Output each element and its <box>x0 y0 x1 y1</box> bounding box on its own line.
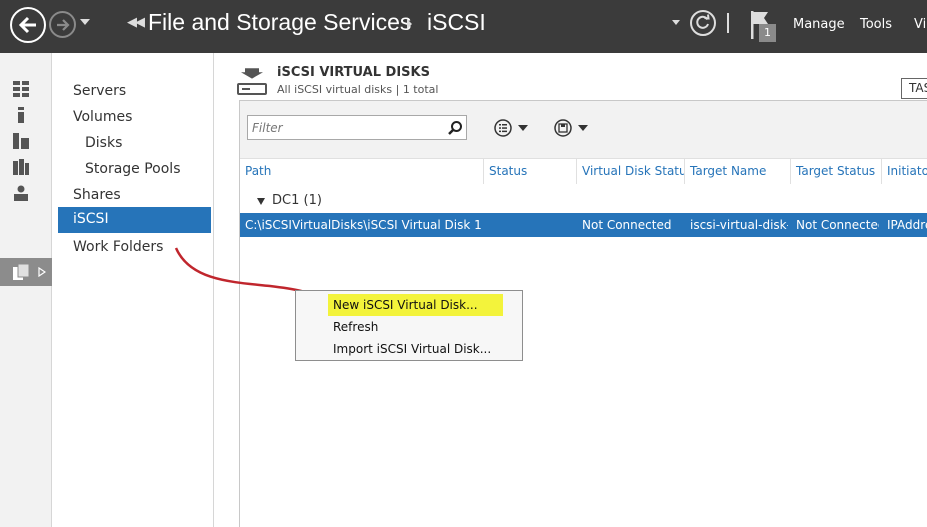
group-collapse-icon[interactable] <box>257 198 265 205</box>
group-header-dc1[interactable]: DC1 (1) <box>272 193 322 208</box>
back-button[interactable] <box>10 7 46 43</box>
iscsi-disk-icon <box>237 68 267 95</box>
ad-ds-icon[interactable] <box>12 184 30 202</box>
local-server-icon[interactable] <box>12 106 30 124</box>
menu-tools[interactable]: Tools <box>860 17 892 32</box>
server-group-icon[interactable] <box>12 158 30 176</box>
refresh-button[interactable] <box>690 10 716 36</box>
cell-initiator-id: IPAddress <box>887 218 927 232</box>
tasks-button[interactable]: TASKS <box>901 78 927 99</box>
list-options-button[interactable] <box>494 117 534 139</box>
cell-virtual-disk-status: Not Connected <box>582 218 672 232</box>
menu-item-new-iscsi-virtual-disk[interactable]: New iSCSI Virtual Disk... <box>333 298 478 312</box>
save-icon <box>554 119 588 137</box>
arrow-right-icon <box>56 18 70 31</box>
column-header-target-name[interactable]: Target Name <box>684 158 790 184</box>
toolbar-separator <box>727 13 729 33</box>
nav-item-iscsi-label: iSCSI <box>73 211 109 227</box>
column-header-status[interactable]: Status <box>483 158 576 184</box>
nav-item-iscsi[interactable]: iSCSI <box>58 207 211 233</box>
column-header-path[interactable]: Path <box>240 158 483 184</box>
column-header-target-status[interactable]: Target Status <box>790 158 881 184</box>
menu-item-import-iscsi-virtual-disk[interactable]: Import iSCSI Virtual Disk... <box>333 342 491 356</box>
refresh-dropdown-icon[interactable] <box>672 20 680 25</box>
role-icon-strip <box>0 53 52 527</box>
title-bar: ◀◀ File and Storage Services iSCSI 1 Man… <box>0 0 927 53</box>
breadcrumb-current: iSCSI <box>427 9 486 35</box>
column-header-initiator-id[interactable]: Initiator ID <box>881 158 927 184</box>
menu-manage[interactable]: Manage <box>793 17 845 32</box>
column-header-virtual-disk-status[interactable]: Virtual Disk Status <box>576 158 684 184</box>
nav-item-servers[interactable]: Servers <box>73 83 126 99</box>
filter-input[interactable] <box>248 116 438 139</box>
list-options-icon <box>494 119 528 137</box>
breadcrumb-overflow-icon[interactable]: ◀◀ <box>127 15 145 30</box>
cell-target-status: Not Connected <box>796 218 879 232</box>
history-dropdown-icon[interactable] <box>80 19 90 25</box>
search-icon[interactable] <box>447 120 463 136</box>
menu-item-refresh[interactable]: Refresh <box>333 320 378 334</box>
cell-path: C:\iSCSIVirtualDisks\iSCSI Virtual Disk … <box>245 218 481 232</box>
nav-item-shares[interactable]: Shares <box>73 187 121 203</box>
dashboard-icon[interactable] <box>12 80 30 98</box>
nav-item-disks[interactable]: Disks <box>85 135 122 151</box>
forward-button[interactable] <box>49 11 76 38</box>
arrow-left-icon <box>18 16 36 34</box>
breadcrumb-separator-icon <box>407 19 412 29</box>
nav-item-volumes[interactable]: Volumes <box>73 109 132 125</box>
notification-count-badge: 1 <box>759 24 776 42</box>
all-servers-icon[interactable] <box>12 132 30 150</box>
file-storage-services-item[interactable] <box>0 258 52 286</box>
menu-view[interactable]: View <box>914 17 927 32</box>
cell-target-name: iscsi-virtual-disk-1 <box>690 218 788 232</box>
breadcrumb-root[interactable]: File and Storage Services <box>148 9 411 36</box>
filter-box[interactable] <box>247 115 467 140</box>
section-title: iSCSI VIRTUAL DISKS <box>277 65 430 80</box>
nav-item-storage-pools[interactable]: Storage Pools <box>85 161 180 177</box>
nav-item-work-folders[interactable]: Work Folders <box>73 239 163 255</box>
section-subtitle: All iSCSI virtual disks | 1 total <box>277 83 439 96</box>
expand-chevron-icon <box>38 267 46 277</box>
file-storage-icon <box>13 263 30 280</box>
save-query-button[interactable] <box>554 117 594 139</box>
refresh-icon <box>696 14 710 29</box>
